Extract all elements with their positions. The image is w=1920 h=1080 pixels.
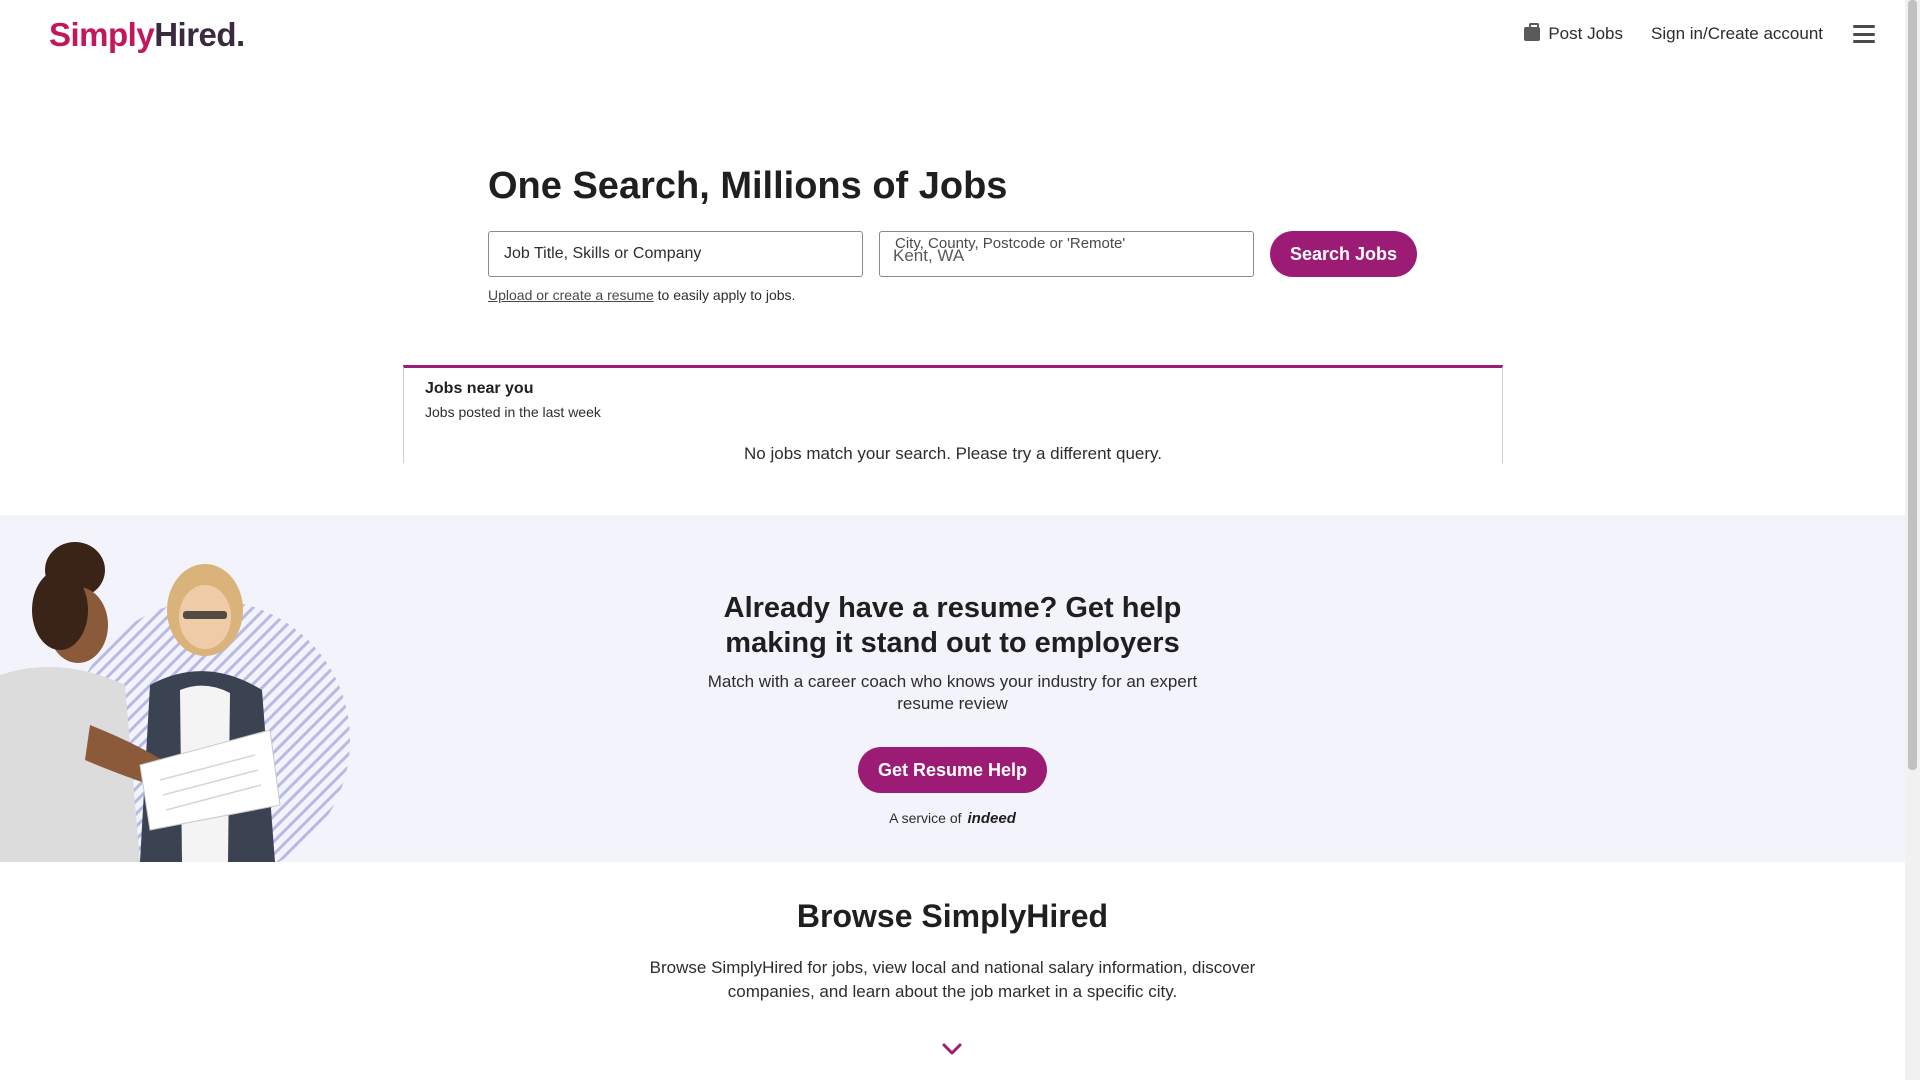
browse-title: Browse SimplyHired <box>796 898 1109 934</box>
scrollbar-thumb[interactable] <box>1908 0 1917 770</box>
site-header: SimplyHired. Post Jobs Sign in/Create ac… <box>0 0 1905 75</box>
browse-description: Browse SimplyHired for jobs, view local … <box>0 956 1905 1004</box>
header-nav: Post Jobs Sign in/Create account <box>1524 23 1875 44</box>
menu-icon[interactable] <box>1853 25 1875 43</box>
post-jobs-link[interactable]: Post Jobs <box>1524 23 1623 44</box>
briefcase-icon <box>1524 23 1541 41</box>
resume-help-sub-line2: resume review <box>897 694 1008 713</box>
search-jobs-button[interactable]: Search Jobs <box>1270 231 1417 277</box>
upload-resume-link[interactable]: Upload or create a resume <box>488 287 654 303</box>
logo-hired: Hired. <box>154 16 245 53</box>
page-title: One Search, Millions of Jobs <box>488 165 1008 207</box>
resume-note: Upload or create a resume to easily appl… <box>488 287 795 303</box>
simplyhired-logo[interactable]: SimplyHired. <box>49 16 245 54</box>
jobs-near-title: Jobs near you <box>425 380 534 397</box>
resume-help-sub-line1: Match with a career coach who knows your… <box>707 672 1198 691</box>
no-jobs-message: No jobs match your search. Please try a … <box>744 444 1162 463</box>
sign-in-link[interactable]: Sign in/Create account <box>1651 24 1823 44</box>
jobs-near-you-card: Jobs near you Jobs posted in the last we… <box>403 365 1503 463</box>
resume-note-suffix: to easily apply to jobs. <box>653 287 796 303</box>
chevron-down-icon[interactable] <box>942 1042 962 1056</box>
browse-text-line2: companies, and learn about the job marke… <box>727 982 1178 1001</box>
location-label: City, County, Postcode or 'Remote' <box>895 235 1126 252</box>
browse-text-line1: Browse SimplyHired for jobs, view local … <box>649 958 1256 977</box>
indeed-logo: indeed <box>967 810 1016 827</box>
resume-help-title-line2: making it stand out to employers <box>725 627 1180 659</box>
service-prefix: A service of <box>889 810 962 826</box>
service-of-indeed: A service of indeed <box>0 810 1905 827</box>
jobs-near-subtitle: Jobs posted in the last week <box>425 404 601 420</box>
page-scrollbar[interactable] <box>1905 0 1920 1080</box>
resume-help-title: Already have a resume? Get help making i… <box>0 591 1905 661</box>
job-title-placeholder: Job Title, Skills or Company <box>504 245 702 262</box>
resume-help-title-line1: Already have a resume? Get help <box>723 592 1182 624</box>
resume-help-section: Already have a resume? Get help making i… <box>0 515 1905 862</box>
get-resume-help-button[interactable]: Get Resume Help <box>858 747 1047 793</box>
location-input[interactable]: Kent, WA City, County, Postcode or 'Remo… <box>879 231 1254 277</box>
resume-help-subtitle: Match with a career coach who knows your… <box>0 671 1905 715</box>
sign-in-label: Sign in/Create account <box>1651 24 1823 43</box>
post-jobs-label: Post Jobs <box>1548 24 1623 43</box>
job-title-input[interactable]: Job Title, Skills or Company <box>488 231 863 277</box>
logo-simply: Simply <box>49 16 155 53</box>
